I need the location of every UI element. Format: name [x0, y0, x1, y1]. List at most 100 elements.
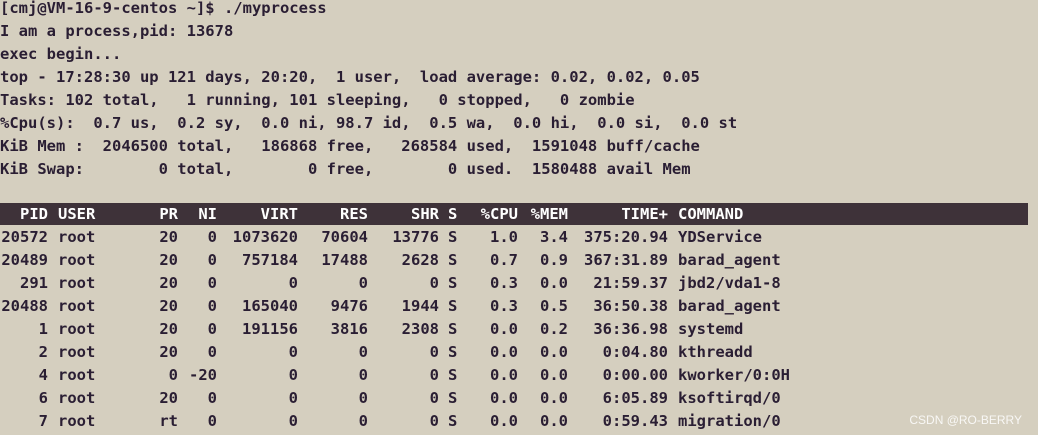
- cell-cpu: 0.7: [490, 251, 518, 269]
- cell-virt: 757184: [242, 251, 298, 269]
- cell-mem: 0.0: [540, 389, 568, 407]
- cell-user: root: [58, 228, 96, 246]
- shell-prompt-line: [cmj@VM-16-9-centos ~]$ ./myprocess: [0, 0, 327, 17]
- cell-s: S: [448, 320, 458, 338]
- header-user: USER: [58, 205, 96, 223]
- cell-time: 36:36.98: [593, 320, 668, 338]
- cell-pid: 20489: [1, 251, 48, 269]
- cell-cpu: 0.3: [490, 297, 518, 315]
- cell-cpu: 0.0: [490, 366, 518, 384]
- cell-pr: 20: [159, 343, 178, 361]
- top-uptime-line: top - 17:28:30 up 121 days, 20:20, 1 use…: [0, 68, 700, 86]
- cell-virt: 0: [288, 366, 298, 384]
- cell-res: 17488: [321, 251, 368, 269]
- cell-res: 0: [358, 343, 368, 361]
- cell-s: S: [448, 412, 458, 430]
- cell-cpu: 0.0: [490, 412, 518, 430]
- cell-pr: 20: [159, 274, 178, 292]
- cell-virt: 165040: [242, 297, 298, 315]
- header-command: COMMAND: [678, 205, 744, 223]
- cell-mem: 3.4: [540, 228, 568, 246]
- cell-user: root: [58, 320, 96, 338]
- cell-pr: 20: [159, 251, 178, 269]
- cell-pr: 0: [168, 366, 178, 384]
- cell-virt: 0: [288, 274, 298, 292]
- cell-command: kthreadd: [678, 343, 753, 361]
- cell-shr: 1944: [401, 297, 439, 315]
- cell-user: root: [58, 343, 96, 361]
- cell-ni: 0: [207, 320, 217, 338]
- cell-virt: 0: [288, 389, 298, 407]
- cell-command: YDService: [678, 228, 762, 246]
- header-mem: %MEM: [530, 205, 568, 223]
- cell-s: S: [448, 228, 458, 246]
- cell-ni: 0: [207, 274, 217, 292]
- cell-cpu: 0.0: [490, 320, 518, 338]
- cell-pid: 1: [38, 320, 48, 338]
- header-res: RES: [340, 205, 368, 223]
- cell-res: 0: [358, 412, 368, 430]
- cell-shr: 0: [429, 412, 439, 430]
- cell-time: 375:20.94: [584, 228, 668, 246]
- cell-mem: 0.0: [540, 366, 568, 384]
- cell-virt: 0: [288, 412, 298, 430]
- cell-command: kworker/0:0H: [678, 366, 790, 384]
- cell-cpu: 0.0: [490, 389, 518, 407]
- cell-res: 70604: [321, 228, 368, 246]
- cell-time: 367:31.89: [584, 251, 668, 269]
- csdn-watermark: CSDN @RO-BERRY: [909, 413, 1022, 427]
- cell-user: root: [58, 366, 96, 384]
- cell-command: migration/0: [678, 412, 781, 430]
- cell-ni: 0: [207, 228, 217, 246]
- cell-s: S: [448, 366, 458, 384]
- cell-user: root: [58, 251, 96, 269]
- cell-pr: rt: [159, 412, 178, 430]
- cell-shr: 0: [429, 389, 439, 407]
- cell-cpu: 1.0: [490, 228, 518, 246]
- top-tasks-line: Tasks: 102 total, 1 running, 101 sleepin…: [0, 91, 635, 109]
- cell-ni: 0: [207, 412, 217, 430]
- process-output-line: exec begin...: [0, 45, 122, 63]
- cell-time: 36:50.38: [593, 297, 668, 315]
- cell-pid: 6: [38, 389, 48, 407]
- header-ni: NI: [198, 205, 217, 223]
- cell-pr: 20: [159, 389, 178, 407]
- cell-virt: 191156: [242, 320, 298, 338]
- terminal-window[interactable]: [cmj@VM-16-9-centos ~]$ ./myprocess I am…: [0, 0, 1038, 435]
- header-time: TIME+: [621, 205, 668, 223]
- header-shr: SHR: [411, 205, 439, 223]
- cell-pr: 20: [159, 320, 178, 338]
- header-pid: PID: [20, 205, 48, 223]
- cell-virt: 1073620: [232, 228, 298, 246]
- cell-ni: 0: [207, 343, 217, 361]
- header-pr: PR: [159, 205, 178, 223]
- cell-time: 21:59.37: [593, 274, 668, 292]
- cell-shr: 2628: [401, 251, 439, 269]
- cell-cpu: 0.0: [490, 343, 518, 361]
- cell-res: 0: [358, 366, 368, 384]
- process-output-line: I am a process,pid: 13678: [0, 22, 234, 40]
- cell-shr: 0: [429, 343, 439, 361]
- cell-command: barad_agent: [678, 297, 781, 315]
- top-cpu-line: %Cpu(s): 0.7 us, 0.2 sy, 0.0 ni, 98.7 id…: [0, 114, 738, 132]
- cell-s: S: [448, 389, 458, 407]
- header-cpu: %CPU: [480, 205, 518, 223]
- cell-ni: 0: [207, 297, 217, 315]
- header-s: S: [448, 205, 458, 223]
- cell-time: 0:59.43: [602, 412, 668, 430]
- cell-shr: 13776: [392, 228, 439, 246]
- cell-ni: 0: [207, 389, 217, 407]
- cell-pid: 4: [38, 366, 48, 384]
- cell-s: S: [448, 297, 458, 315]
- cell-cpu: 0.3: [490, 274, 518, 292]
- cell-mem: 0.0: [540, 412, 568, 430]
- cell-pid: 20572: [1, 228, 48, 246]
- cell-pid: 291: [20, 274, 48, 292]
- cell-pr: 20: [159, 228, 178, 246]
- cell-mem: 0.9: [540, 251, 568, 269]
- cell-pid: 20488: [1, 297, 48, 315]
- cell-shr: 0: [429, 366, 439, 384]
- cell-command: jbd2/vda1-8: [678, 274, 781, 292]
- cell-res: 0: [358, 389, 368, 407]
- cell-user: root: [58, 412, 96, 430]
